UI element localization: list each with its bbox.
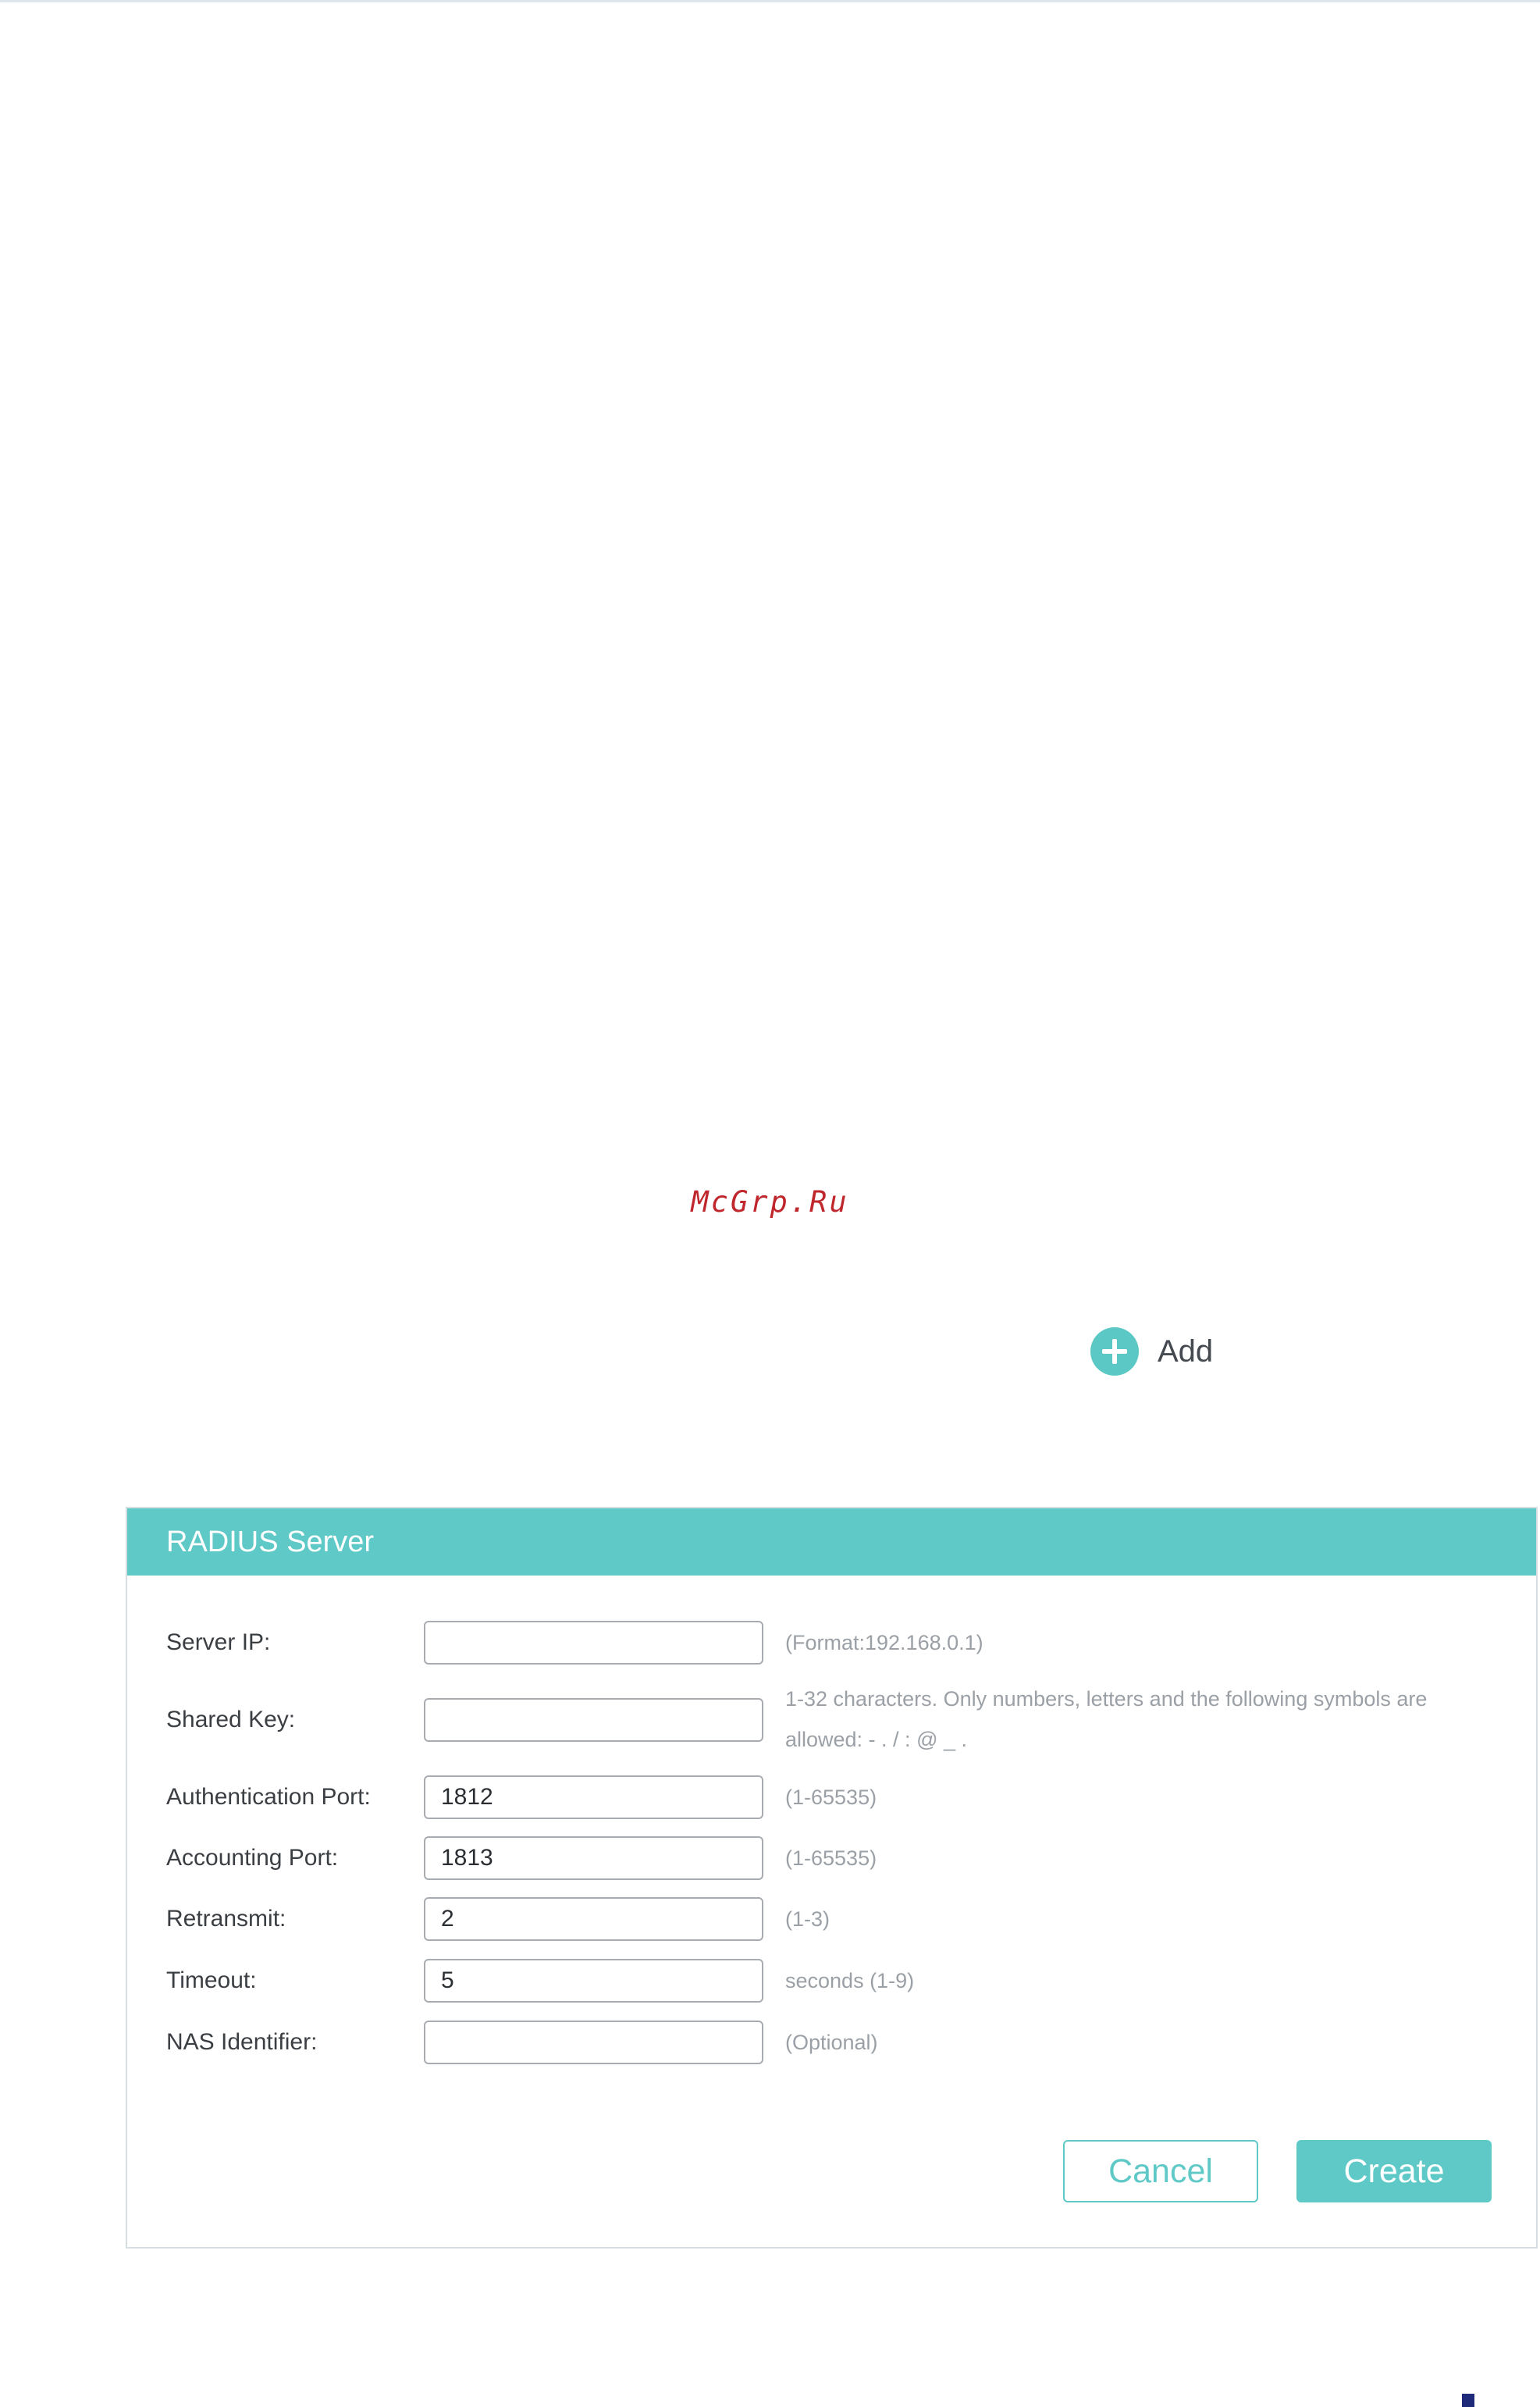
- cancel-button[interactable]: Cancel: [1063, 2140, 1258, 2202]
- server-ip-row: Server IP: (Format:192.168.0.1): [127, 1619, 1536, 1666]
- shared-key-input[interactable]: [424, 1698, 763, 1742]
- accounting-port-row: Accounting Port: (1-65535): [127, 1835, 1536, 1882]
- add-button-label: Add: [1158, 1333, 1214, 1369]
- plus-circle-icon: [1090, 1327, 1139, 1376]
- accounting-port-label: Accounting Port:: [166, 1845, 339, 1871]
- retransmit-row: Retransmit: (1-3): [127, 1896, 1536, 1942]
- retransmit-hint: (1-3): [785, 1907, 830, 1931]
- server-ip-label: Server IP:: [166, 1629, 271, 1655]
- retransmit-label: Retransmit:: [166, 1906, 286, 1932]
- add-button[interactable]: Add: [1090, 1327, 1213, 1376]
- nas-identifier-hint: (Optional): [785, 2030, 878, 2054]
- watermark: McGrp.Ru: [691, 1185, 849, 1219]
- shared-key-hint: 1-32 characters. Only numbers, letters a…: [785, 1679, 1488, 1760]
- nas-identifier-label: NAS Identifier:: [166, 2029, 318, 2055]
- timeout-label: Timeout:: [166, 1967, 257, 1993]
- shared-key-hint-line1: 1-32 characters. Only numbers, letters a…: [785, 1687, 1428, 1711]
- shared-key-row: Shared Key: 1-32 characters. Only number…: [127, 1687, 1536, 1751]
- nas-identifier-input[interactable]: [424, 2021, 763, 2064]
- authentication-port-label: Authentication Port:: [166, 1784, 371, 1810]
- create-button[interactable]: Create: [1296, 2140, 1492, 2202]
- timeout-hint: seconds (1-9): [785, 1968, 915, 1992]
- timeout-input[interactable]: [424, 1959, 763, 2003]
- radius-server-dialog: RADIUS Server Server IP: (Format:192.168…: [126, 1507, 1538, 2249]
- retransmit-input[interactable]: [424, 1897, 763, 1941]
- authentication-port-input[interactable]: [424, 1775, 763, 1819]
- server-ip-input[interactable]: [424, 1621, 763, 1665]
- authentication-port-hint: (1-65535): [785, 1785, 877, 1809]
- dialog-title: RADIUS Server: [166, 1525, 375, 1558]
- nas-identifier-row: NAS Identifier: (Optional): [127, 2019, 1536, 2066]
- server-ip-hint: (Format:192.168.0.1): [785, 1630, 983, 1654]
- dialog-actions-inner: Cancel Create: [126, 2140, 1538, 2202]
- shared-key-label: Shared Key:: [166, 1707, 296, 1732]
- authentication-port-row: Authentication Port: (1-65535): [127, 1774, 1536, 1821]
- accounting-port-hint: (1-65535): [785, 1846, 877, 1870]
- page-corner-mark: [1462, 2394, 1474, 2407]
- dialog-header: RADIUS Server: [127, 1508, 1536, 1576]
- top-divider: [0, 0, 1540, 2]
- timeout-row: Timeout: seconds (1-9): [127, 1957, 1536, 2004]
- accounting-port-input[interactable]: [424, 1836, 763, 1880]
- shared-key-hint-line2: allowed: - . / : @ _ .: [785, 1728, 967, 1751]
